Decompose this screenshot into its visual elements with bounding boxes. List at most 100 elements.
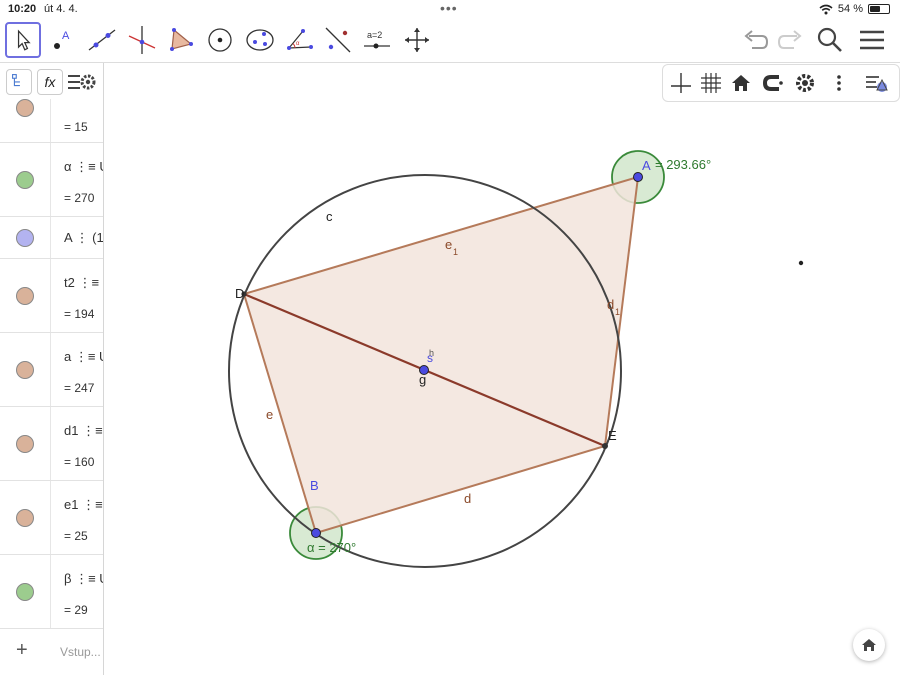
algebra-row-5[interactable]: a ⋮≡ U = 247 <box>0 333 104 407</box>
cursor-arrow-icon <box>17 29 31 51</box>
perpendicular-line-icon <box>128 26 156 54</box>
graphics-settings-button[interactable] <box>791 69 819 97</box>
algebra-view: fx = 15 α ⋮≡ U = 270 A ⋮ (1 t2 ⋮≡ = 194 <box>0 63 104 675</box>
move-view-tool-button[interactable] <box>399 22 435 58</box>
perpendicular-tool-button[interactable] <box>124 22 160 58</box>
zoom-home-button[interactable] <box>853 629 885 661</box>
standard-view-button[interactable] <box>727 69 755 97</box>
label-d1: d <box>607 297 614 312</box>
label-e1: e <box>445 237 452 252</box>
visibility-toggle[interactable] <box>16 287 34 305</box>
row-name: β ⋮≡ U <box>64 571 103 586</box>
status-right: 54 % <box>819 3 890 15</box>
angle-tool-button[interactable]: α <box>281 22 317 58</box>
quadrilateral-polygon[interactable] <box>242 175 640 535</box>
label-g: g <box>419 372 426 387</box>
algebra-header: fx <box>0 63 103 99</box>
label-b: B <box>310 478 319 493</box>
slider-icon: a=2 <box>364 30 390 49</box>
ellipse-icon <box>246 29 274 51</box>
svg-text:α: α <box>296 41 300 47</box>
point-b[interactable] <box>311 528 321 538</box>
polygon-tool-button[interactable] <box>163 22 199 58</box>
home-icon <box>862 639 876 651</box>
main-menu-button[interactable] <box>856 24 888 56</box>
label-h: h <box>429 348 434 358</box>
function-button[interactable]: fx <box>37 69 63 95</box>
multitask-dots-icon[interactable]: ••• <box>440 0 458 16</box>
reflect-tool-button[interactable] <box>320 22 356 58</box>
label-d: D <box>235 286 244 301</box>
visibility-toggle[interactable] <box>16 583 34 601</box>
wifi-icon <box>819 4 833 14</box>
status-time: 10:20 <box>8 3 37 15</box>
redo-icon <box>777 30 802 49</box>
visibility-toggle[interactable] <box>16 509 34 527</box>
status-bar: 10:20 út 4. 4. ••• 54 % <box>0 0 900 18</box>
row-value: = 15 <box>64 120 88 134</box>
grid-toggle-button[interactable] <box>697 69 725 97</box>
label-angle-a: = 293.66° <box>655 157 711 172</box>
line-tool-button[interactable] <box>84 22 120 58</box>
algebra-row-8[interactable]: β ⋮≡ U = 29 <box>0 555 103 629</box>
status-date: út 4. 4. <box>44 3 78 15</box>
point-a[interactable] <box>633 172 643 182</box>
free-point[interactable] <box>798 260 804 266</box>
slider-tool-button[interactable]: a=2 <box>359 22 395 58</box>
visibility-toggle[interactable] <box>16 229 34 247</box>
point-tool-button[interactable]: A <box>45 22 81 58</box>
graphics-view[interactable]: c e 1 d 1 e d g s h D E B A = 293.66° α … <box>105 63 900 675</box>
point-capturing-button[interactable] <box>759 69 787 97</box>
gear-icon <box>796 74 814 92</box>
add-icon[interactable]: + <box>16 639 28 662</box>
sort-button[interactable] <box>6 69 32 95</box>
row-value: = 194 <box>64 307 95 321</box>
axes-icon <box>671 73 691 93</box>
line-icon <box>88 29 116 51</box>
row-value: = 247 <box>64 381 95 395</box>
battery-text: 54 % <box>837 3 863 15</box>
label-circle-c: c <box>326 209 333 224</box>
axes-toggle-button[interactable] <box>667 69 695 97</box>
move-arrows-icon <box>405 28 429 52</box>
graphics-toolbar <box>662 64 900 102</box>
move-tool-button[interactable] <box>5 22 41 58</box>
visibility-toggle[interactable] <box>16 171 34 189</box>
circle-tool-button[interactable] <box>202 22 238 58</box>
label-e1-sub: 1 <box>453 247 458 257</box>
row-name: A ⋮ (1 <box>64 230 104 245</box>
visibility-toggle[interactable] <box>16 435 34 453</box>
tree-view-icon <box>12 74 20 87</box>
undo-button[interactable] <box>740 24 772 56</box>
more-options-button[interactable] <box>825 69 853 97</box>
algebra-row-3[interactable]: A ⋮ (1 <box>0 217 104 259</box>
algebra-row-2[interactable]: α ⋮≡ U = 270 <box>0 143 103 217</box>
algebra-row-7[interactable]: e1 ⋮≡ = 25 <box>0 481 103 555</box>
algebra-settings-button[interactable] <box>66 71 98 93</box>
reflect-line-icon <box>325 27 351 53</box>
main-toolbar: A α a=2 <box>0 20 900 62</box>
algebra-row-4[interactable]: t2 ⋮≡ = 194 <box>0 259 103 333</box>
geometry-drawing[interactable]: c e 1 d 1 e d g s h D E B A = 293.66° α … <box>105 63 900 675</box>
angle-icon: α <box>287 29 313 50</box>
label-angle-b: α = 270° <box>307 540 356 555</box>
algebra-rows: = 15 α ⋮≡ U = 270 A ⋮ (1 t2 ⋮≡ = 194 a ⋮… <box>0 99 104 629</box>
ellipse-tool-button[interactable] <box>242 22 278 58</box>
algebra-input[interactable]: Vstup... <box>60 645 101 659</box>
algebra-input-row[interactable]: + Vstup... <box>0 629 103 675</box>
algebra-row-1[interactable]: = 15 <box>0 99 103 143</box>
point-e[interactable] <box>602 443 608 449</box>
visibility-toggle[interactable] <box>16 361 34 379</box>
magnet-icon <box>762 75 783 91</box>
style-bar-toggle-button[interactable] <box>863 69 891 97</box>
circle-center-icon <box>208 28 232 52</box>
algebra-row-6[interactable]: d1 ⋮≡ = 160 <box>0 407 103 481</box>
search-button[interactable] <box>814 24 846 56</box>
row-value: = 270 <box>64 191 95 205</box>
row-name: a ⋮≡ U <box>64 349 104 364</box>
battery-icon <box>868 4 890 14</box>
visibility-toggle[interactable] <box>16 99 34 117</box>
redo-button[interactable] <box>774 24 806 56</box>
home-icon <box>732 75 750 91</box>
grid-icon <box>701 73 721 93</box>
